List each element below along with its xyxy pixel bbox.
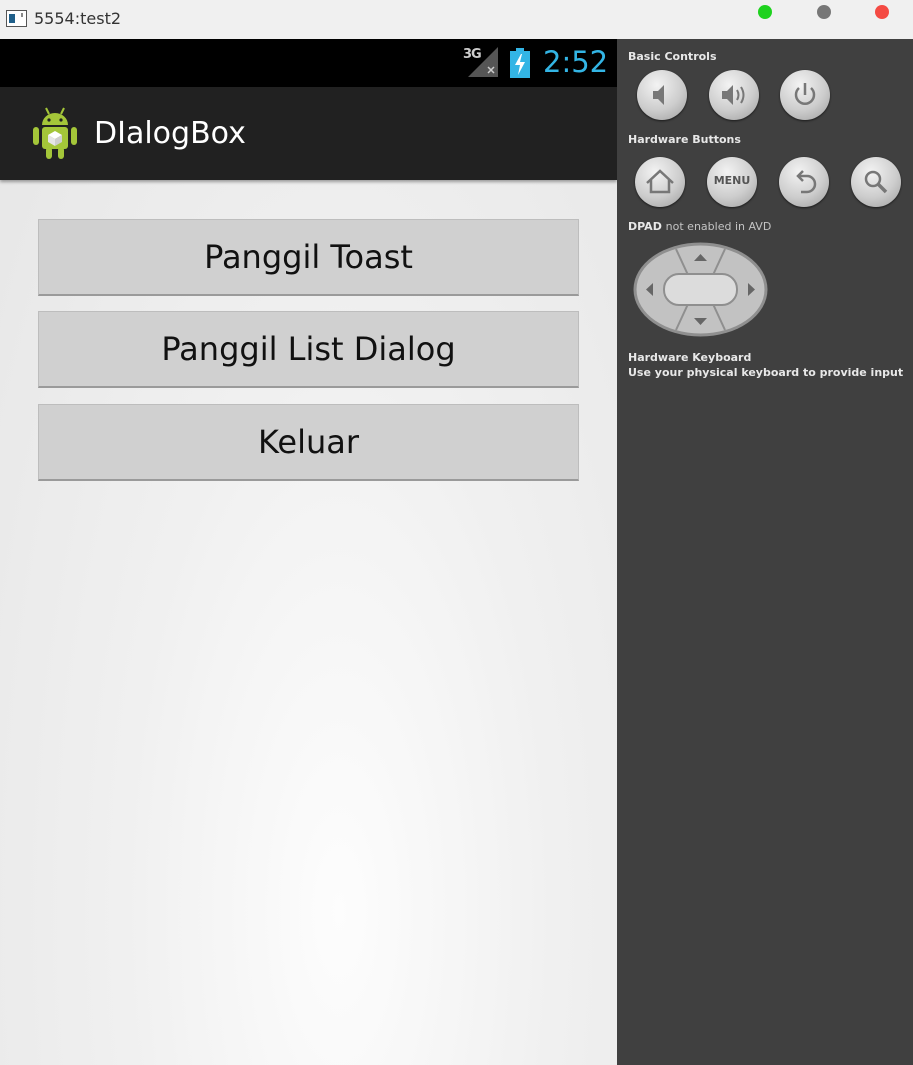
android-logo-icon [33,107,77,159]
menu-button-label: MENU [713,174,751,187]
window-title: 5554:test2 [34,9,122,28]
battery-charging-icon [510,48,530,78]
close-button[interactable] [875,5,889,19]
panggil-list-dialog-button[interactable]: Panggil List Dialog [38,311,579,388]
back-button[interactable] [779,157,829,207]
dpad-label-status: not enabled in AVD [665,220,772,233]
network-type-label: 3G [463,47,482,62]
status-clock: 2:52 [543,45,609,79]
volume-down-button[interactable] [637,70,687,120]
hardware-buttons-label: Hardware Buttons [628,133,741,146]
status-bar: 3G 2:52 [0,39,617,87]
search-button[interactable] [851,157,901,207]
home-icon [646,169,674,194]
search-icon [864,170,888,194]
action-bar: DIalogBox [0,87,617,180]
power-button[interactable] [780,70,830,120]
home-button[interactable] [635,157,685,207]
dpad-label-bold: DPAD [628,220,662,233]
hardware-keyboard-info: Hardware Keyboard Use your physical keyb… [628,350,903,380]
basic-controls-label: Basic Controls [628,50,717,63]
dpad-label: DPAD not enabled in AVD [628,220,771,233]
dpad-control[interactable] [632,241,769,338]
maximize-button[interactable] [758,5,772,19]
minimize-button[interactable] [817,5,831,19]
volume-up-button[interactable] [709,70,759,120]
hardware-keyboard-hint: Use your physical keyboard to provide in… [628,366,904,379]
menu-button[interactable]: MENU [707,157,757,207]
device-screen: 3G 2:52 DIalogBox Panggil Toast Panggil … [0,39,617,1065]
keluar-button[interactable]: Keluar [38,404,579,481]
hardware-keyboard-label: Hardware Keyboard [628,351,752,364]
panggil-toast-button[interactable]: Panggil Toast [38,219,579,296]
app-window-icon [6,10,27,27]
window-titlebar: 5554:test2 [0,0,913,39]
back-icon [796,170,817,194]
app-title: DIalogBox [94,116,246,151]
volume-up-icon [722,85,745,105]
power-icon [794,83,816,105]
volume-down-icon [653,85,664,105]
emulator-controls-panel: Basic Controls Hardware Buttons MENU DPA… [617,39,913,1065]
